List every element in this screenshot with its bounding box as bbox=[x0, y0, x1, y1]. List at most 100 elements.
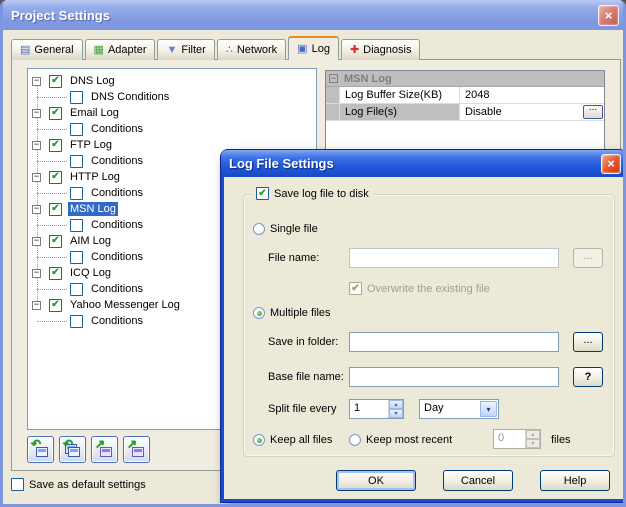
tree-item-dns-conditions[interactable]: DNS Conditions bbox=[28, 89, 316, 105]
save-log-to-disk-row[interactable]: Save log file to disk bbox=[251, 187, 374, 200]
checkbox-checked-icon[interactable] bbox=[49, 203, 62, 216]
log-icon: ▣ bbox=[297, 44, 307, 55]
tab-log-label: Log bbox=[312, 43, 330, 55]
log-file-settings-dialog: Log File Settings × Save log file to dis… bbox=[221, 150, 626, 502]
log-files-value[interactable]: Disable ... bbox=[460, 104, 604, 120]
files-label-row: files bbox=[551, 434, 571, 446]
checkbox-unchecked-icon[interactable] bbox=[70, 315, 83, 328]
checkbox-checked-disabled-icon[interactable] bbox=[349, 282, 362, 295]
expand-minus-icon[interactable] bbox=[32, 173, 41, 182]
tab-adapter-label: Adapter bbox=[108, 44, 147, 56]
property-row-buffer-size[interactable]: Log Buffer Size(KB) 2048 bbox=[326, 87, 604, 104]
restore-item-defaults-button[interactable]: ↶ bbox=[27, 436, 54, 463]
tree-item-dns-log[interactable]: DNS Log bbox=[28, 73, 316, 89]
close-icon: × bbox=[605, 9, 613, 22]
radio-off-icon[interactable] bbox=[349, 434, 361, 446]
checkbox-checked-icon[interactable] bbox=[256, 187, 269, 200]
spin-down-icon[interactable]: ▾ bbox=[389, 409, 403, 418]
tab-general-label: General bbox=[34, 44, 73, 56]
tab-filter[interactable]: ▼ Filter bbox=[157, 39, 214, 60]
checkbox-unchecked-icon[interactable] bbox=[70, 219, 83, 232]
adapter-icon: ▦ bbox=[94, 45, 104, 56]
tab-general[interactable]: ▤ General bbox=[11, 39, 83, 60]
chevron-down-icon[interactable]: ▾ bbox=[480, 401, 497, 417]
expand-minus-icon[interactable] bbox=[32, 141, 41, 150]
close-button[interactable]: × bbox=[598, 5, 619, 26]
title-bar[interactable]: Project Settings × bbox=[0, 0, 626, 30]
expand-minus-icon[interactable] bbox=[32, 205, 41, 214]
checkbox-unchecked-icon[interactable] bbox=[70, 283, 83, 296]
save-in-folder-input[interactable] bbox=[349, 332, 559, 352]
expand-minus-icon[interactable] bbox=[32, 301, 41, 310]
window-title: Project Settings bbox=[0, 8, 598, 23]
checkbox-unchecked-icon[interactable] bbox=[70, 251, 83, 264]
split-value-spinner[interactable]: 1 ▴ ▾ bbox=[349, 399, 404, 419]
property-row-log-files[interactable]: Log File(s) Disable ... bbox=[326, 104, 604, 121]
spin-up-icon[interactable]: ▴ bbox=[389, 400, 403, 409]
file-name-input[interactable] bbox=[349, 248, 559, 268]
tab-diagnosis-label: Diagnosis bbox=[363, 44, 411, 56]
file-name-label: File name: bbox=[268, 252, 319, 264]
close-icon: × bbox=[607, 157, 615, 170]
single-file-label: Single file bbox=[270, 223, 318, 235]
checkbox-unchecked-icon[interactable] bbox=[70, 91, 83, 104]
radio-off-icon[interactable] bbox=[253, 223, 265, 235]
collapse-minus-icon[interactable] bbox=[329, 74, 338, 83]
tree-toolbar: ↶ ↶ ↗ ↗ bbox=[27, 436, 150, 463]
keep-all-files-radio-row[interactable]: Keep all files bbox=[253, 434, 332, 446]
radio-on-icon[interactable] bbox=[253, 307, 265, 319]
base-file-name-input[interactable] bbox=[349, 367, 559, 387]
dialog-close-button[interactable]: × bbox=[601, 154, 621, 174]
help-button[interactable]: Help bbox=[540, 470, 610, 491]
tab-network[interactable]: ∴ Network bbox=[217, 39, 286, 60]
keep-recent-count-spinner[interactable]: 0 ▴ ▾ bbox=[493, 429, 541, 449]
property-group-header[interactable]: MSN Log bbox=[326, 71, 604, 87]
expand-minus-icon[interactable] bbox=[32, 109, 41, 118]
dialog-body: Save log file to disk Single file File n… bbox=[224, 177, 623, 499]
restore-all-defaults-button[interactable]: ↶ bbox=[59, 436, 86, 463]
radio-on-icon[interactable] bbox=[253, 434, 265, 446]
buffer-size-value[interactable]: 2048 bbox=[460, 87, 604, 103]
checkbox-unchecked-icon[interactable] bbox=[11, 478, 24, 491]
checkbox-unchecked-icon[interactable] bbox=[70, 123, 83, 136]
tab-log[interactable]: ▣ Log bbox=[288, 36, 339, 60]
dialog-title-bar[interactable]: Log File Settings × bbox=[221, 150, 626, 177]
spin-up-icon: ▴ bbox=[526, 430, 540, 439]
expand-minus-icon[interactable] bbox=[32, 237, 41, 246]
tree-item-email-conditions[interactable]: Conditions bbox=[28, 121, 316, 137]
keep-most-recent-radio-row[interactable]: Keep most recent bbox=[349, 434, 452, 446]
save-as-default-row[interactable]: Save as default settings bbox=[11, 478, 146, 491]
export-settings-button[interactable]: ↗ bbox=[123, 436, 150, 463]
checkbox-checked-icon[interactable] bbox=[49, 235, 62, 248]
name-help-button[interactable]: ? bbox=[573, 367, 603, 387]
ok-button[interactable]: OK bbox=[336, 470, 416, 491]
general-icon: ▤ bbox=[20, 45, 30, 56]
tab-diagnosis[interactable]: ✚ Diagnosis bbox=[341, 39, 421, 60]
tree-item-email-log[interactable]: Email Log bbox=[28, 105, 316, 121]
browse-folder-button[interactable]: ... bbox=[573, 332, 603, 352]
split-unit-combobox[interactable]: Day ▾ bbox=[419, 399, 499, 419]
checkbox-checked-icon[interactable] bbox=[49, 75, 62, 88]
checkbox-checked-icon[interactable] bbox=[49, 171, 62, 184]
checkbox-checked-icon[interactable] bbox=[49, 299, 62, 312]
undo-arrow-icon: ↶ bbox=[63, 438, 73, 450]
save-as-default-label: Save as default settings bbox=[29, 479, 146, 491]
checkbox-unchecked-icon[interactable] bbox=[70, 187, 83, 200]
ellipsis-button[interactable]: ... bbox=[583, 105, 603, 119]
base-file-name-label-row: Base file name: bbox=[268, 371, 344, 383]
split-file-label-row: Split file every bbox=[268, 403, 336, 415]
filter-icon: ▼ bbox=[166, 45, 177, 56]
checkbox-unchecked-icon[interactable] bbox=[70, 155, 83, 168]
expand-minus-icon[interactable] bbox=[32, 77, 41, 86]
checkbox-checked-icon[interactable] bbox=[49, 139, 62, 152]
checkbox-checked-icon[interactable] bbox=[49, 267, 62, 280]
overwrite-row[interactable]: Overwrite the existing file bbox=[349, 282, 490, 295]
tab-adapter[interactable]: ▦ Adapter bbox=[85, 39, 156, 60]
import-settings-button[interactable]: ↗ bbox=[91, 436, 118, 463]
browse-file-button[interactable]: ... bbox=[573, 248, 603, 268]
expand-minus-icon[interactable] bbox=[32, 269, 41, 278]
checkbox-checked-icon[interactable] bbox=[49, 107, 62, 120]
cancel-button[interactable]: Cancel bbox=[443, 470, 513, 491]
single-file-radio-row[interactable]: Single file bbox=[253, 223, 318, 235]
multiple-files-radio-row[interactable]: Multiple files bbox=[253, 307, 331, 319]
